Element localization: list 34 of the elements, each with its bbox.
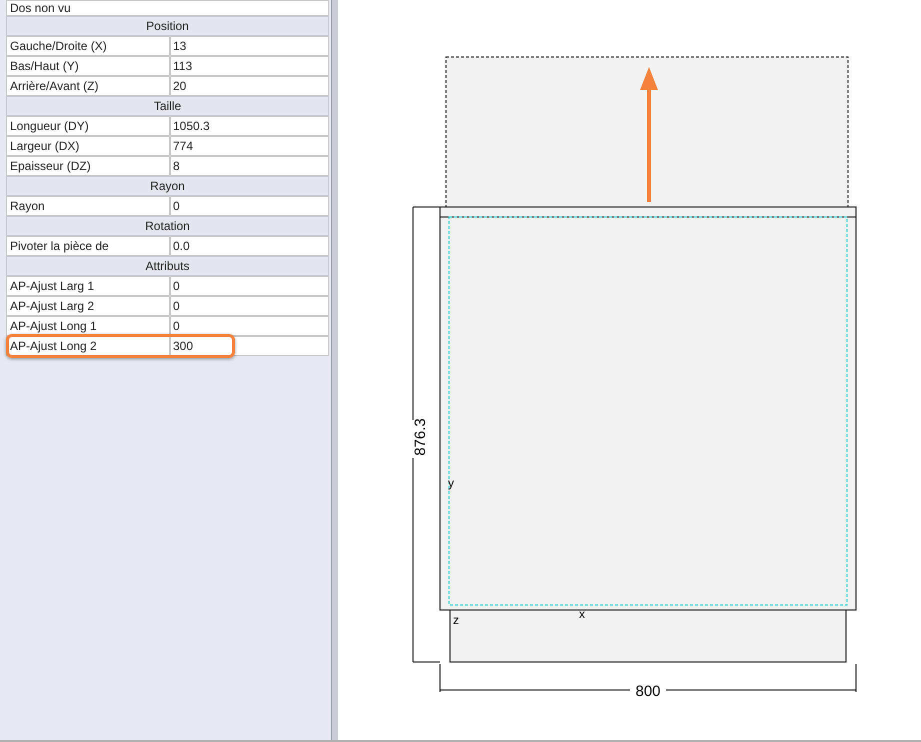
property-label: AP-Ajust Larg 2 [6, 296, 170, 316]
property-value[interactable]: 0 [170, 296, 329, 316]
height-dimension: 876.3 [412, 418, 429, 456]
section-header[interactable]: Rayon [6, 176, 329, 196]
axis-label: x [579, 607, 585, 621]
property-value[interactable]: 0 [170, 196, 329, 216]
property-label: Epaisseur (DZ) [6, 156, 170, 176]
section-header[interactable]: Rotation [6, 216, 329, 236]
property-value[interactable]: 1050.3 [170, 116, 329, 136]
property-value[interactable]: 13 [170, 36, 329, 56]
property-value[interactable]: 0.0 [170, 236, 329, 256]
property-value[interactable]: 300 [170, 336, 329, 356]
property-label: Pivoter la pièce de [6, 236, 170, 256]
property-value[interactable]: 774 [170, 136, 329, 156]
property-value[interactable]: 0 [170, 276, 329, 296]
section-header[interactable]: Taille [6, 96, 329, 116]
property-label: Arrière/Avant (Z) [6, 76, 170, 96]
property-label: Longueur (DY) [6, 116, 170, 136]
property-label: AP-Ajust Larg 1 [6, 276, 170, 296]
axis-label: y [448, 476, 454, 490]
property-value[interactable]: 113 [170, 56, 329, 76]
property-label: Gauche/Droite (X) [6, 36, 170, 56]
axis-label: z [453, 613, 459, 627]
property-value[interactable]: 20 [170, 76, 329, 96]
property-value[interactable]: 0 [170, 316, 329, 336]
section-header[interactable]: Position [6, 16, 329, 36]
section-header[interactable]: Attributs [6, 256, 329, 276]
property-label: Bas/Haut (Y) [6, 56, 170, 76]
property-row: Dos non vu [6, 0, 329, 16]
property-value[interactable]: 8 [170, 156, 329, 176]
width-dimension: 800 [635, 683, 661, 700]
property-label: Rayon [6, 196, 170, 216]
property-label: AP-Ajust Long 1 [6, 316, 170, 336]
property-label: Largeur (DX) [6, 136, 170, 156]
